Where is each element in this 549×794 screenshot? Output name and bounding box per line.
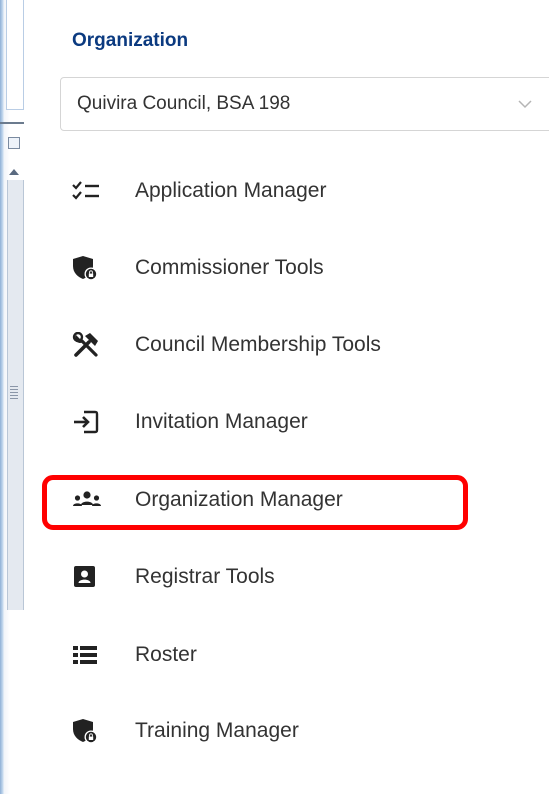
background-window-edge xyxy=(0,0,24,794)
menu-item-application-manager[interactable]: Application Manager xyxy=(72,171,492,211)
menu-item-commissioner-tools[interactable]: Commissioner Tools xyxy=(72,248,492,288)
menu-item-label: Roster xyxy=(135,643,197,666)
organization-select[interactable]: Quivira Council, BSA 198 xyxy=(60,77,549,131)
id-card-icon xyxy=(72,564,106,590)
scrollbar-grip-icon[interactable] xyxy=(10,386,18,400)
menu-item-label: Training Manager xyxy=(135,719,299,742)
sign-in-icon xyxy=(72,409,106,435)
menu-item-label: Commissioner Tools xyxy=(135,256,324,279)
shield-lock-icon xyxy=(72,255,106,281)
shield-lock-icon xyxy=(72,718,106,744)
menu-item-label: Invitation Manager xyxy=(135,410,308,433)
chevron-down-icon xyxy=(518,100,532,109)
menu-item-invitation-manager[interactable]: Invitation Manager xyxy=(72,402,492,442)
checklist-icon xyxy=(72,178,106,204)
organization-label: Organization xyxy=(72,30,189,51)
menu-item-roster[interactable]: Roster xyxy=(72,635,492,675)
background-divider xyxy=(0,122,24,124)
background-window-icon xyxy=(8,137,20,149)
menu-item-training-manager[interactable]: Training Manager xyxy=(72,711,492,751)
list-icon xyxy=(72,642,106,668)
organization-select-value: Quivira Council, BSA 198 xyxy=(77,93,291,114)
background-panel xyxy=(6,0,24,110)
menu-item-council-membership-tools[interactable]: Council Membership Tools xyxy=(72,325,492,365)
menu-item-label: Council Membership Tools xyxy=(135,333,381,356)
menu-item-label: Registrar Tools xyxy=(135,565,275,588)
tools-icon xyxy=(72,332,106,358)
menu-item-label: Application Manager xyxy=(135,179,327,202)
menu-item-registrar-tools[interactable]: Registrar Tools xyxy=(72,557,492,597)
scroll-up-arrow-icon[interactable] xyxy=(9,169,19,175)
highlight-annotation-box xyxy=(42,475,468,530)
